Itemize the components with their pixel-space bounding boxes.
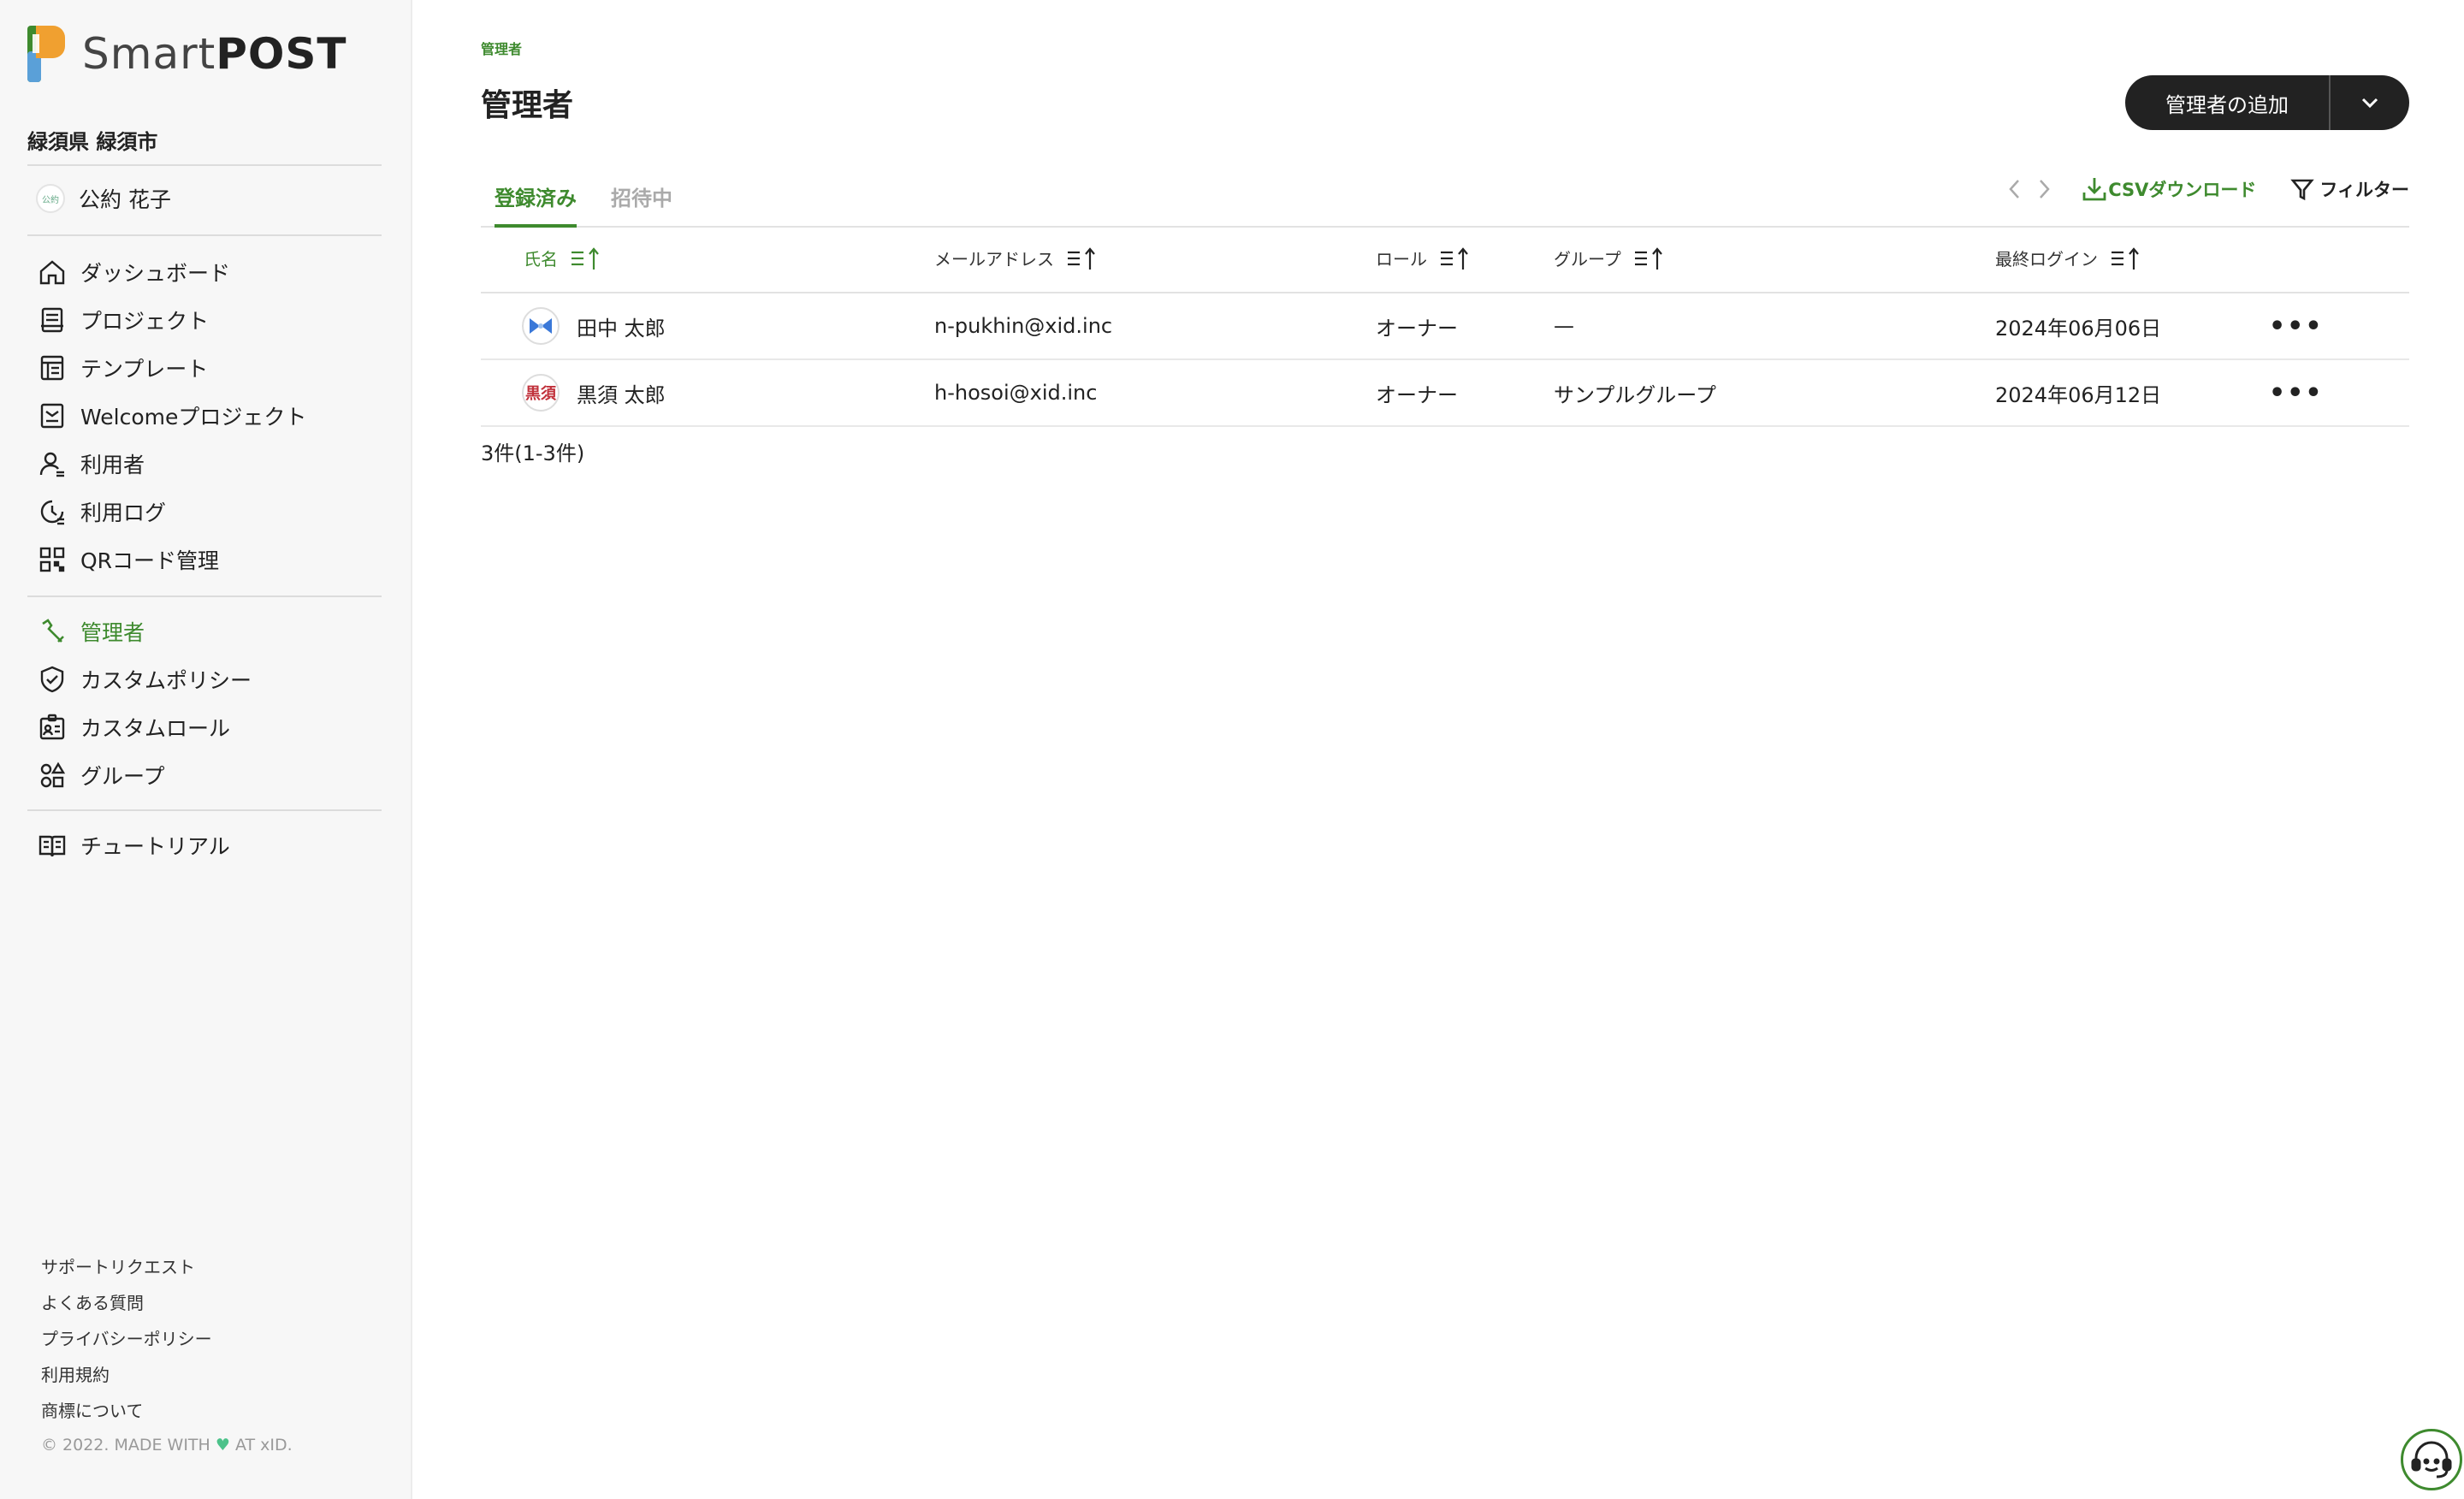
nav-help: チュートリアル xyxy=(38,821,230,869)
sort-icon xyxy=(570,246,602,275)
copyright: © 2022. MADE WITH ♥ AT xID. xyxy=(41,1436,293,1455)
sort-icon xyxy=(1439,246,1472,275)
sidebar-item-group[interactable]: グループ xyxy=(38,751,252,799)
sidebar-item-admin[interactable]: 管理者 xyxy=(38,607,252,655)
divider xyxy=(27,234,382,236)
admin-last-login: 2024年06月12日 xyxy=(1995,359,2269,427)
sidebar-item-custom-policy[interactable]: カスタムポリシー xyxy=(38,655,252,703)
sort-icon xyxy=(1066,246,1099,275)
download-icon xyxy=(2082,178,2106,201)
table-row[interactable]: 田中 太郎 n-pukhin@xid.inc オーナー — 2024年06月06… xyxy=(481,293,2409,360)
divider xyxy=(27,595,382,597)
admin-email: n-pukhin@xid.inc xyxy=(934,293,1376,360)
avatar: 公約 xyxy=(36,184,65,213)
footer-links: サポートリクエスト よくある質問 プライバシーポリシー 利用規約 商標について xyxy=(41,1249,212,1429)
trademark-link[interactable]: 商標について xyxy=(41,1393,212,1429)
admin-last-login: 2024年06月06日 xyxy=(1995,293,2269,360)
sidebar-item-project[interactable]: プロジェクト xyxy=(38,296,306,344)
sort-icon xyxy=(1633,246,1666,275)
avatar: 黒須 xyxy=(522,374,560,412)
sidebar-item-template[interactable]: テンプレート xyxy=(38,344,306,392)
sidebar-item-usage-log[interactable]: 利用ログ xyxy=(38,488,306,536)
organization-name: 緑須県 緑須市 xyxy=(27,130,158,154)
more-options-icon[interactable]: ••• xyxy=(2269,378,2324,408)
support-request-link[interactable]: サポートリクエスト xyxy=(41,1249,212,1285)
headset-icon xyxy=(2411,1441,2452,1478)
shield-icon xyxy=(40,666,64,693)
column-header-name[interactable]: 氏名 xyxy=(481,228,934,293)
bowtie-avatar-icon xyxy=(530,318,552,334)
tab-registered[interactable]: 登録済み xyxy=(495,181,577,228)
more-options-icon[interactable]: ••• xyxy=(2269,311,2324,341)
wrench-icon xyxy=(42,619,64,643)
id-card-icon xyxy=(39,714,65,740)
project-icon xyxy=(41,307,63,333)
admin-name[interactable]: 田中 太郎 xyxy=(577,311,666,341)
sidebar-item-qr-code[interactable]: QRコード管理 xyxy=(38,536,306,584)
admin-role: オーナー xyxy=(1376,293,1554,360)
avatar xyxy=(522,307,560,345)
sidebar-item-custom-role[interactable]: カスタムロール xyxy=(38,703,252,751)
add-admin-button[interactable]: 管理者の追加 xyxy=(2125,75,2331,130)
faq-link[interactable]: よくある質問 xyxy=(41,1285,212,1321)
chevron-left-icon xyxy=(2009,180,2020,198)
logo[interactable]: SmartPOST xyxy=(27,26,347,82)
sidebar-item-dashboard[interactable]: ダッシュボード xyxy=(38,248,306,296)
user-icon xyxy=(39,452,64,477)
column-header-role[interactable]: ロール xyxy=(1376,228,1554,293)
admin-group: — xyxy=(1554,293,1995,360)
next-page-button[interactable] xyxy=(2029,175,2058,204)
table-row[interactable]: 黒須 黒須 太郎 h-hosoi@xid.inc オーナー サンプルグループ 2… xyxy=(481,359,2409,427)
terms-link[interactable]: 利用規約 xyxy=(41,1357,212,1393)
divider xyxy=(27,809,382,811)
column-header-email[interactable]: メールアドレス xyxy=(934,228,1376,293)
admin-name[interactable]: 黒須 太郎 xyxy=(577,378,666,408)
shapes-icon xyxy=(40,761,66,788)
add-admin-button-group: 管理者の追加 xyxy=(2125,75,2409,130)
privacy-policy-link[interactable]: プライバシーポリシー xyxy=(41,1321,212,1357)
chevron-right-icon xyxy=(2040,180,2050,198)
add-admin-dropdown-button[interactable] xyxy=(2331,75,2409,130)
app-name: SmartPOST xyxy=(82,29,347,79)
admin-table: 氏名 メールアドレス ロール グループ 最終ログイン 田中 太郎 n-pukhi… xyxy=(481,228,2409,427)
filter-icon xyxy=(2290,179,2315,201)
sidebar: SmartPOST 緑須県 緑須市 公約 公約 花子 ダッシュボード プロジェク… xyxy=(0,0,412,1499)
sidebar-item-tutorial[interactable]: チュートリアル xyxy=(38,821,230,869)
table-toolbar: CSVダウンロード フィルター xyxy=(2000,175,2409,204)
user-name: 公約 花子 xyxy=(79,187,171,212)
heart-icon: ♥ xyxy=(215,1436,230,1455)
admin-email: h-hosoi@xid.inc xyxy=(934,359,1376,427)
home-icon xyxy=(39,260,65,285)
book-icon xyxy=(38,835,66,857)
current-user[interactable]: 公約 公約 花子 xyxy=(36,183,171,214)
admin-group: サンプルグループ xyxy=(1554,359,1995,427)
smartpost-logo-icon xyxy=(27,26,65,82)
nav-main: ダッシュボード プロジェクト テンプレート Welcomeプロジェクト 利用者 … xyxy=(38,248,306,584)
clock-icon xyxy=(40,500,64,525)
page-title: 管理者 xyxy=(481,88,574,123)
column-header-actions xyxy=(2269,228,2409,293)
column-header-group[interactable]: グループ xyxy=(1554,228,1995,293)
divider xyxy=(27,164,382,166)
support-chat-button[interactable] xyxy=(2401,1429,2462,1490)
sidebar-item-welcome-project[interactable]: Welcomeプロジェクト xyxy=(38,392,306,440)
column-header-last-login[interactable]: 最終ログイン xyxy=(1995,228,2269,293)
welcome-icon xyxy=(40,403,64,429)
sidebar-item-users[interactable]: 利用者 xyxy=(38,440,306,488)
prev-page-button[interactable] xyxy=(2000,175,2029,204)
template-icon xyxy=(40,355,64,381)
nav-admin: 管理者 カスタムポリシー カスタムロール グループ xyxy=(38,607,252,799)
filter-button[interactable]: フィルター xyxy=(2290,176,2409,202)
result-count: 3件(1-3件) xyxy=(481,441,585,465)
table-header-row: 氏名 メールアドレス ロール グループ 最終ログイン xyxy=(481,228,2409,293)
csv-download-button[interactable]: CSVダウンロード xyxy=(2081,175,2256,203)
chevron-down-icon xyxy=(2361,98,2378,109)
qr-icon xyxy=(39,547,65,572)
admin-role: オーナー xyxy=(1376,359,1554,427)
breadcrumb[interactable]: 管理者 xyxy=(481,38,522,58)
tab-invited[interactable]: 招待中 xyxy=(611,181,672,228)
sort-icon xyxy=(2110,246,2142,275)
